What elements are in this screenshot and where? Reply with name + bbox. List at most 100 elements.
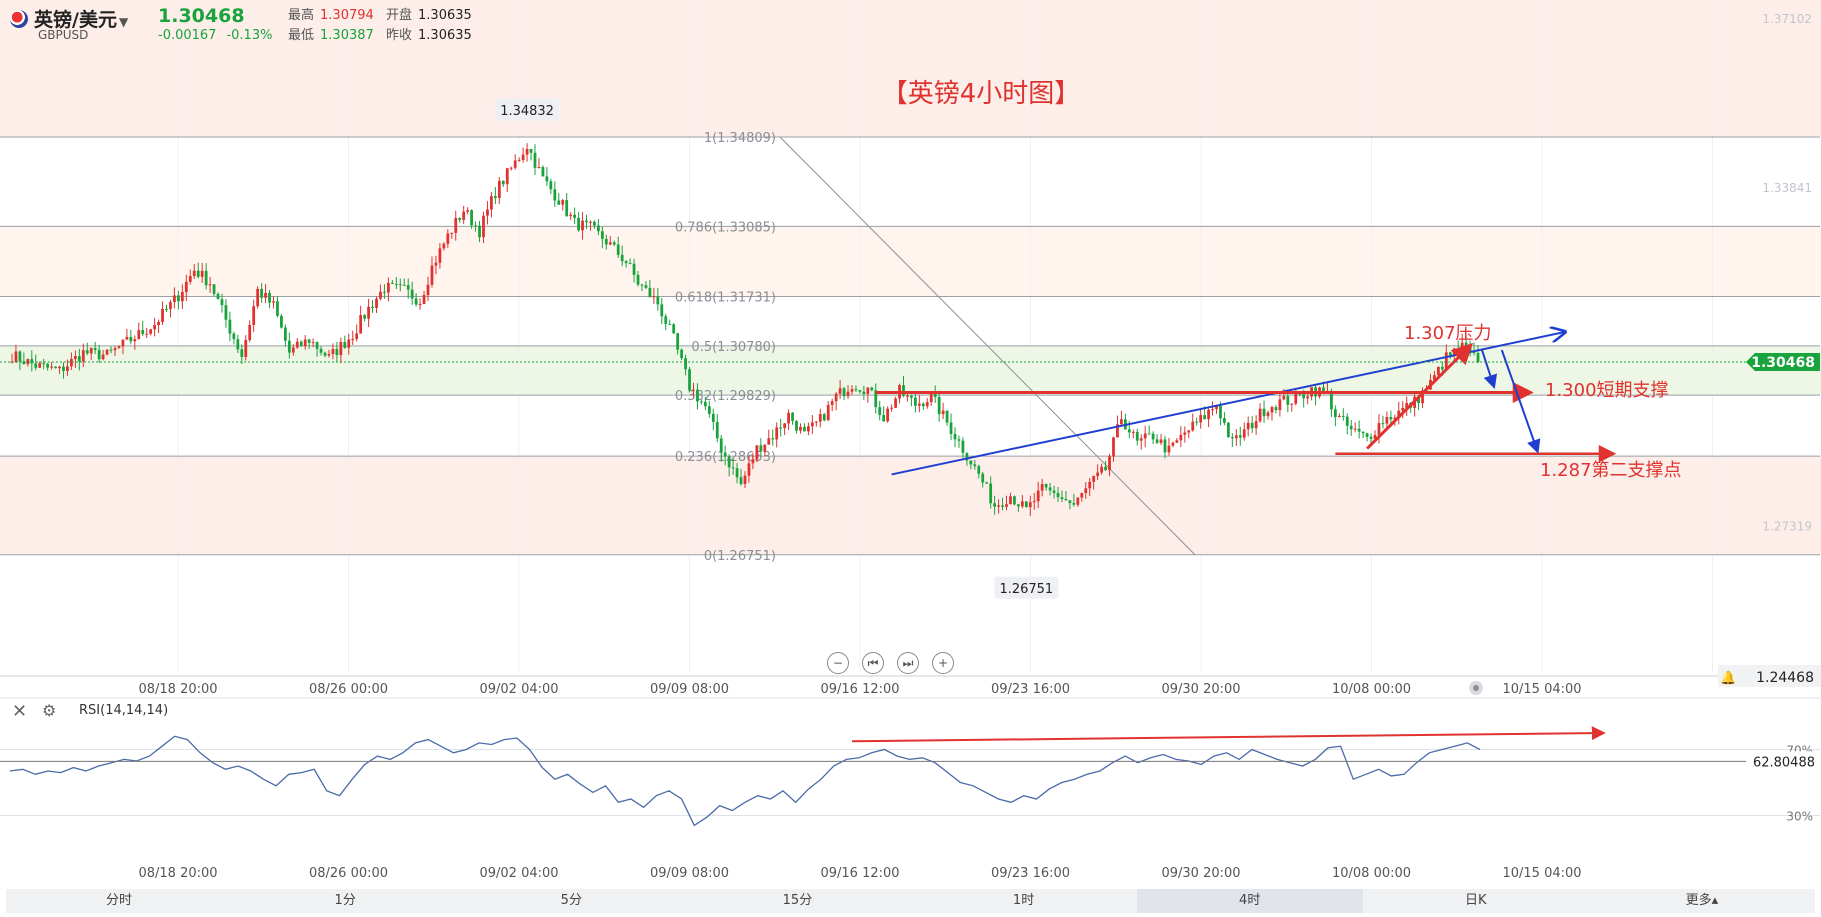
candle-body [482, 215, 485, 238]
candle-body [969, 460, 973, 465]
candle-body [133, 339, 137, 342]
candle-body [1005, 504, 1008, 507]
high-stat: 最高 1.30794 [288, 4, 374, 23]
candle-body [763, 444, 767, 452]
tab-6[interactable]: 日K [1363, 889, 1589, 913]
candle-body [1135, 431, 1139, 441]
candle-body [252, 306, 256, 325]
candle-body [858, 390, 862, 392]
candle-body [1361, 431, 1365, 434]
candle-body [1381, 423, 1385, 425]
rsi-current-label: 62.80488 [1753, 755, 1815, 770]
chevron-down-icon[interactable]: ▼ [119, 15, 128, 29]
open-stat: 开盘 1.30635 [386, 4, 472, 23]
tab-7[interactable]: 更多▴ [1589, 889, 1815, 913]
candle-body [799, 426, 802, 431]
candle-body [664, 316, 668, 324]
candle-body [917, 403, 921, 406]
low-stat: 最低 1.30387 [288, 24, 374, 43]
candle-body [1195, 421, 1199, 423]
candle-body [1127, 429, 1131, 433]
price-tick: 1.33841 [1762, 181, 1812, 195]
candle-body [997, 505, 1000, 507]
candle-body [1120, 419, 1123, 425]
candle-body [97, 349, 101, 360]
fib-label: 0.618(1.31731) [675, 291, 776, 306]
candle-body [454, 218, 458, 233]
candle-body [1013, 496, 1016, 505]
candle-body [46, 363, 50, 368]
candle-body [173, 295, 176, 303]
current-price-label: 1.30468 [1751, 355, 1815, 371]
candle-body [660, 304, 664, 317]
candle-body [1286, 396, 1290, 405]
candle-body [1108, 456, 1111, 471]
candle-body [1203, 415, 1207, 420]
close-icon[interactable]: ✕ [12, 701, 27, 722]
zoom-out-icon[interactable]: − [827, 652, 849, 674]
candle-body [1040, 484, 1044, 491]
candle-body [272, 301, 275, 303]
rsi-label: RSI(14,14,14) [79, 703, 169, 718]
candle-body [1028, 502, 1032, 508]
candle-body [418, 304, 422, 306]
candle-body [248, 324, 252, 340]
candle-body [791, 412, 794, 421]
candle-body [739, 477, 743, 485]
x-tick: 09/09 08:00 [650, 682, 729, 697]
tab-5[interactable]: 4时 [1136, 889, 1363, 913]
candle-body [957, 439, 961, 441]
candle-body [886, 408, 890, 422]
candle-body [109, 349, 113, 351]
candle-body [921, 403, 925, 407]
candle-body [1242, 429, 1246, 438]
tab-4[interactable]: 1时 [911, 889, 1137, 913]
candle-body [406, 285, 410, 290]
gear-icon[interactable]: ⚙ [42, 701, 56, 720]
candle-body [1282, 396, 1286, 400]
candle-body [1036, 490, 1040, 502]
candle-body [1159, 439, 1163, 443]
tab-2[interactable]: 5分 [458, 889, 684, 913]
tab-1[interactable]: 1分 [232, 889, 458, 913]
low-value: 1.30387 [320, 28, 374, 43]
annotation-resistance: 1.307压力 [1404, 323, 1492, 344]
band-0786-0618 [0, 226, 1821, 297]
candle-body [1020, 501, 1024, 507]
candle-body [351, 338, 355, 340]
candle-body [723, 452, 727, 457]
candle-body [866, 387, 870, 394]
candle-body [937, 397, 941, 415]
x-tick-rsi: 09/09 08:00 [650, 866, 729, 881]
tab-0[interactable]: 分时 [6, 889, 232, 913]
candle-body [929, 392, 933, 403]
change-percent: -0.13% [226, 28, 273, 43]
x-tick: 09/02 04:00 [479, 682, 558, 697]
zoom-in-icon[interactable]: + [932, 652, 954, 674]
price-tick: 1.24468 [1756, 670, 1814, 686]
candle-body [902, 385, 905, 396]
candle-body [1234, 435, 1238, 439]
candle-body [34, 363, 38, 368]
candle-body [169, 302, 172, 310]
low-marker-label: 1.26751 [999, 582, 1053, 597]
candle-body [628, 263, 632, 265]
skip-forward-icon[interactable]: ⏭ [897, 652, 919, 674]
candle-body [442, 243, 446, 249]
candle-body [945, 410, 949, 423]
tab-3[interactable]: 15分 [684, 889, 910, 913]
candle-body [700, 401, 703, 403]
price-chart[interactable]: 1(1.34809) 0.786(1.33085) 0.618(1.31731) 0.… [0, 0, 1821, 917]
candle-body [1163, 439, 1167, 453]
candle-body [541, 166, 545, 177]
skip-back-icon[interactable]: ⏮ [862, 652, 884, 674]
candle-body [1437, 366, 1440, 376]
candle-body [1456, 348, 1460, 351]
candle-body [616, 244, 620, 255]
candle-body [779, 427, 783, 429]
candle-body [1357, 428, 1361, 432]
candle-body [1187, 430, 1191, 433]
x-tick: 09/30 20:00 [1161, 682, 1240, 697]
high-marker-label: 1.34832 [500, 104, 554, 119]
candle-body [129, 336, 133, 342]
